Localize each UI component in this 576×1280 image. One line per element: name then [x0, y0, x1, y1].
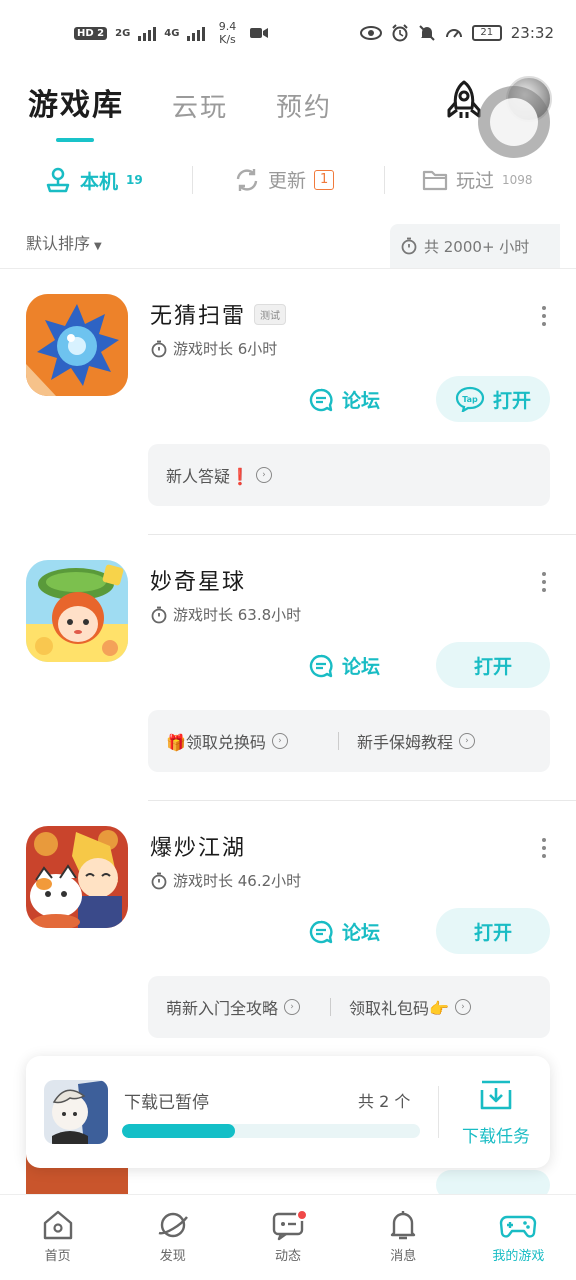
- timer-icon: [151, 606, 167, 623]
- forum-icon: [309, 654, 333, 677]
- top-tab-bar: 游戏库 云玩 预约: [28, 80, 380, 142]
- nav-feed[interactable]: 动态: [230, 1195, 345, 1280]
- signal-icon: [138, 25, 157, 41]
- home-icon: [43, 1210, 72, 1240]
- open-game-button[interactable]: 打开: [436, 642, 550, 688]
- divider: [330, 998, 332, 1016]
- game-icon-baochao-jianghu[interactable]: [26, 826, 128, 928]
- forum-icon: [309, 920, 333, 943]
- divider: [384, 166, 385, 194]
- divider: [0, 268, 576, 269]
- extra-link-tutorial[interactable]: 新手保姆教程 ›: [349, 729, 475, 753]
- avatar-area: [478, 76, 552, 158]
- sort-dropdown[interactable]: 默认排序 ▼: [26, 230, 102, 254]
- timer-icon: [151, 872, 167, 889]
- subtab-played[interactable]: 玩过 1098: [422, 166, 533, 193]
- more-options-icon[interactable]: [538, 838, 550, 858]
- extra-link-faq[interactable]: 新人答疑❗ ›: [148, 463, 272, 487]
- gamepad-icon: [500, 1215, 537, 1238]
- divider: [148, 800, 576, 801]
- download-panel[interactable]: 下载已暂停 共 2 个 下载任务: [26, 1056, 550, 1168]
- timer-icon: [401, 237, 417, 255]
- nav-home[interactable]: 首页: [0, 1195, 115, 1280]
- mute-icon: [419, 25, 435, 41]
- forum-button[interactable]: 论坛: [308, 386, 380, 413]
- playtime: 游戏时长 63.8小时: [150, 604, 301, 625]
- sub-tab-bar: 本机 19 更新 1 玩过 1098: [0, 160, 576, 204]
- subtab-update[interactable]: 更新 1: [234, 166, 335, 193]
- extra-link-beginner-guide[interactable]: 萌新入门全攻略 ›: [148, 995, 301, 1019]
- taptap-icon: Tap: [455, 386, 485, 412]
- signal-icon: [187, 25, 206, 41]
- playtime: 游戏时长 46.2小时: [150, 870, 301, 891]
- chevron-right-icon: ›: [284, 999, 301, 1015]
- nav-discover[interactable]: 发现: [115, 1195, 230, 1280]
- net-speed: 9.4 K/s: [218, 20, 237, 46]
- forum-button[interactable]: 论坛: [308, 652, 380, 679]
- nav-my-games[interactable]: 我的游戏: [461, 1195, 576, 1280]
- nav-messages[interactable]: 消息: [346, 1195, 461, 1280]
- divider: [337, 732, 339, 750]
- download-tasks-button[interactable]: 下载任务: [456, 1078, 536, 1147]
- download-game-icon: [44, 1080, 108, 1144]
- joystick-icon: [46, 167, 70, 193]
- open-game-button[interactable]: 打开: [436, 908, 550, 954]
- network-2g: 2G: [115, 27, 131, 39]
- alarm-icon: [392, 24, 408, 42]
- download-progress-bar: [122, 1124, 420, 1138]
- svg-text:Tap: Tap: [462, 395, 478, 404]
- download-status: 下载已暂停: [124, 1093, 209, 1113]
- folder-icon: [422, 170, 448, 190]
- download-count: 共 2 个: [358, 1092, 411, 1111]
- divider: [192, 166, 193, 194]
- caret-down-icon: ▼: [94, 241, 102, 252]
- notification-dot: [296, 1209, 309, 1221]
- game-title: 爆炒江湖: [150, 836, 247, 861]
- more-options-icon[interactable]: [538, 306, 550, 326]
- game-title: 妙奇星球: [150, 570, 247, 595]
- tab-game-library[interactable]: 游戏库: [28, 80, 124, 142]
- more-options-icon[interactable]: [538, 572, 550, 592]
- extra-link-redeem-code[interactable]: 🎁领取兑换码 ›: [148, 729, 288, 753]
- video-icon: [250, 28, 269, 38]
- open-game-button[interactable]: Tap 打开: [436, 376, 550, 422]
- game-extras: 新人答疑❗ ›: [148, 444, 550, 506]
- bell-icon: [391, 1211, 416, 1240]
- download-progress-fill: [122, 1124, 236, 1138]
- extra-link-gift-code[interactable]: 领取礼包码👉 ›: [341, 995, 471, 1019]
- total-playtime: 共 2000+ 小时: [390, 224, 560, 268]
- game-icon-minesweeper[interactable]: [26, 294, 128, 396]
- bottom-navigation: 首页 发现 动态 消息 我的游戏: [0, 1194, 576, 1280]
- status-bar: HD 2 2G 4G 9.4 K/s 21 23:32: [0, 0, 576, 70]
- game-icon-miaoqi-planet[interactable]: [26, 560, 128, 662]
- playtime: 游戏时长 6小时: [150, 338, 277, 359]
- chevron-right-icon: ›: [454, 999, 471, 1015]
- subtab-local[interactable]: 本机 19: [44, 166, 143, 194]
- tab-cloud-play[interactable]: 云玩: [172, 87, 228, 124]
- refresh-icon: [236, 168, 258, 191]
- chevron-right-icon: ›: [271, 733, 288, 749]
- chevron-right-icon: ›: [255, 467, 272, 483]
- network-4g: 4G: [164, 27, 180, 39]
- hd-indicator: HD 2: [74, 26, 108, 40]
- floating-assistive-ball[interactable]: [478, 86, 550, 158]
- chevron-right-icon: ›: [458, 733, 475, 749]
- game-extras: 🎁领取兑换码 › 新手保姆教程 ›: [148, 710, 550, 772]
- battery-icon: 21: [471, 25, 502, 41]
- forum-button[interactable]: 论坛: [308, 918, 380, 945]
- planet-icon: [158, 1212, 188, 1238]
- update-count-badge: 1: [314, 169, 335, 190]
- clock: 23:32: [510, 24, 554, 42]
- divider: [438, 1086, 439, 1138]
- divider: [148, 534, 576, 535]
- game-extras: 萌新入门全攻略 › 领取礼包码👉 ›: [148, 976, 550, 1038]
- game-title: 无猜扫雷 测试: [150, 298, 287, 330]
- timer-icon: [151, 340, 167, 357]
- download-tray-icon: [480, 1080, 512, 1110]
- speedometer-icon: [445, 29, 462, 38]
- test-tag: 测试: [254, 303, 287, 325]
- eye-icon: [359, 26, 382, 40]
- tab-reservation[interactable]: 预约: [276, 87, 332, 124]
- forum-icon: [309, 388, 333, 411]
